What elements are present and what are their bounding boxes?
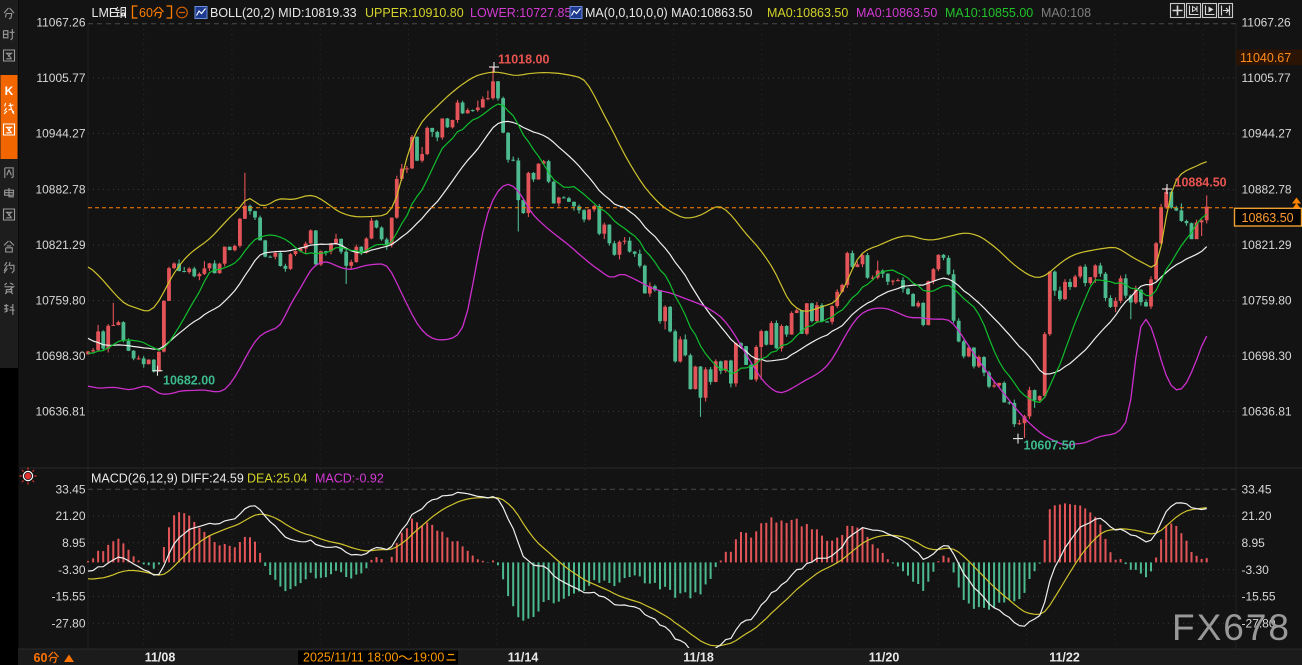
svg-text:10863.50: 10863.50	[1242, 211, 1294, 225]
svg-text:10698.30: 10698.30	[1242, 349, 1292, 363]
svg-text:33.45: 33.45	[1242, 482, 1272, 496]
svg-text:11/22: 11/22	[1049, 651, 1080, 665]
svg-text:11005.77: 11005.77	[36, 71, 85, 85]
svg-text:11067.26: 11067.26	[36, 16, 85, 30]
svg-text:19:00: 19:00	[413, 651, 444, 665]
svg-text:10821.29: 10821.29	[35, 238, 85, 252]
svg-text:-15.55: -15.55	[1242, 590, 1276, 604]
svg-text:FX678: FX678	[1172, 607, 1291, 648]
svg-text:2025/11/11 18:00: 2025/11/11 18:00	[303, 651, 399, 665]
svg-text:MA(0,0,10,0,0) MA0:10863.50: MA(0,0,10,0,0) MA0:10863.50	[585, 6, 753, 20]
svg-text:11067.26: 11067.26	[1242, 16, 1291, 30]
svg-text:11018.00: 11018.00	[498, 53, 549, 67]
svg-text:LOWER:10727.85: LOWER:10727.85	[470, 6, 571, 20]
svg-text:-3.30: -3.30	[58, 563, 86, 577]
svg-text:10607.50: 10607.50	[1024, 439, 1076, 453]
svg-text:10759.80: 10759.80	[35, 294, 85, 308]
svg-text:8.95: 8.95	[62, 536, 86, 550]
svg-text:21.20: 21.20	[1242, 509, 1272, 523]
svg-text:MA0:10863.50: MA0:10863.50	[856, 6, 937, 20]
svg-text:11/18: 11/18	[683, 651, 714, 665]
svg-text:10944.27: 10944.27	[35, 127, 85, 141]
svg-text:-27.80: -27.80	[51, 616, 85, 630]
svg-text:11005.77: 11005.77	[1242, 71, 1291, 85]
svg-text:10882.78: 10882.78	[35, 183, 85, 197]
svg-text:MA0:10863.50: MA0:10863.50	[767, 6, 848, 20]
svg-text:10759.80: 10759.80	[1242, 294, 1292, 308]
svg-text:10821.29: 10821.29	[1242, 238, 1292, 252]
svg-text:10882.78: 10882.78	[1242, 183, 1292, 197]
svg-text:10636.81: 10636.81	[35, 405, 85, 419]
svg-text:10682.00: 10682.00	[163, 374, 215, 388]
svg-text:MA10:10855.00: MA10:10855.00	[945, 6, 1033, 20]
svg-text:-15.55: -15.55	[51, 590, 85, 604]
svg-text:-3.30: -3.30	[1242, 563, 1270, 577]
svg-text:60: 60	[34, 651, 48, 665]
svg-text:60: 60	[139, 6, 153, 20]
svg-text:10698.30: 10698.30	[35, 349, 85, 363]
svg-text:33.45: 33.45	[55, 482, 85, 496]
svg-text:11/20: 11/20	[869, 651, 900, 665]
svg-text:10944.27: 10944.27	[1242, 127, 1292, 141]
svg-text:11040.67: 11040.67	[1240, 51, 1291, 65]
svg-text:MACD(26,12,9) DIFF:24.59: MACD(26,12,9) DIFF:24.59	[91, 472, 244, 486]
svg-text:DEA:25.04: DEA:25.04	[247, 472, 308, 486]
svg-text:11/14: 11/14	[508, 651, 539, 665]
svg-text:10636.81: 10636.81	[1242, 405, 1292, 419]
svg-text:K: K	[5, 84, 14, 98]
svg-text:LME: LME	[92, 6, 118, 20]
svg-text:MA0:108: MA0:108	[1041, 6, 1091, 20]
svg-text:10884.50: 10884.50	[1175, 176, 1227, 190]
svg-text:11/08: 11/08	[145, 651, 176, 665]
svg-text:MACD:-0.92: MACD:-0.92	[315, 472, 384, 486]
svg-text:UPPER:10910.80: UPPER:10910.80	[365, 6, 464, 20]
svg-text:8.95: 8.95	[1242, 536, 1266, 550]
svg-text:BOLL(20,2) MID:10819.33: BOLL(20,2) MID:10819.33	[210, 6, 357, 20]
svg-text:21.20: 21.20	[55, 509, 85, 523]
